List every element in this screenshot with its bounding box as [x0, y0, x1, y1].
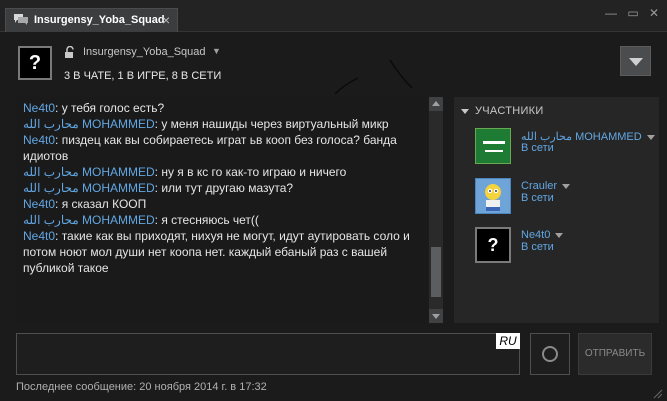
group-avatar[interactable]: ?	[18, 46, 52, 80]
tab-title: Insurgensy_Yoba_Squad	[34, 14, 165, 26]
chat-message: محارب الله MOHAMMED: я стесняюсь чет((	[16, 212, 428, 228]
group-dropdown-icon[interactable]: ▼	[212, 46, 221, 56]
chat-menu-button[interactable]	[620, 46, 651, 76]
group-name[interactable]: Insurgensy_Yoba_Squad	[83, 46, 206, 58]
member-item[interactable]: Crauler В сети	[475, 178, 655, 216]
message-sender[interactable]: محارب الله MOHAMMED	[23, 117, 155, 131]
scroll-down-icon[interactable]	[429, 309, 443, 323]
chat-message: Ne4t0: пиздец как вы собираетесь играт ь…	[16, 132, 428, 164]
chat-message: محارب الله MOHAMMED: у меня нашиды через…	[16, 116, 428, 132]
chat-log[interactable]: Ne4t0: у тебя голос есть? محارب الله MOH…	[16, 97, 428, 323]
message-text: : ну я в кс го как-то играю и ничего	[154, 165, 347, 179]
message-input[interactable]	[16, 333, 520, 375]
message-text: : у меня нашиды через виртуальный микр	[154, 117, 389, 131]
language-badge[interactable]: RU	[496, 333, 520, 349]
tab-bar: Insurgensy_Yoba_Squad × — ▭ ✕	[0, 0, 667, 32]
last-message-timestamp: Последнее сообщение: 20 ноября 2014 г. в…	[16, 381, 267, 393]
unlocked-lock-icon	[65, 46, 74, 58]
message-sender[interactable]: محارب الله MOHAMMED	[23, 181, 155, 195]
maximize-icon[interactable]: ▭	[625, 6, 641, 20]
scroll-thumb[interactable]	[431, 247, 441, 297]
message-text: : у тебя голос есть?	[55, 101, 165, 115]
message-sender[interactable]: Ne4t0	[23, 133, 55, 147]
emoticon-button[interactable]	[530, 333, 570, 375]
message-text: : такие как вы приходят, нихуя не могут,…	[23, 229, 410, 275]
window-close-icon[interactable]: ✕	[646, 6, 662, 20]
flag-script-mark	[483, 141, 505, 144]
member-name: Ne4t0	[521, 229, 564, 241]
message-text: : пиздец как вы собираетесь играт ьв коо…	[23, 133, 397, 163]
scroll-up-icon[interactable]	[429, 97, 443, 111]
chat-message: Ne4t0: такие как вы приходят, нихуя не м…	[16, 228, 428, 276]
members-title: УЧАСТНИКИ	[475, 105, 544, 117]
chat-tab[interactable]: Insurgensy_Yoba_Squad ×	[5, 8, 178, 32]
member-status: В сети	[521, 192, 554, 204]
resize-grip-icon[interactable]	[653, 389, 663, 399]
cartoon-avatar	[475, 178, 511, 214]
chat-bubbles-icon	[14, 14, 28, 25]
smiley-icon	[542, 346, 558, 362]
member-name: Crauler	[521, 180, 571, 192]
chat-message: محارب الله MOHAMMED: или тут другаю мазу…	[16, 180, 428, 196]
tab-close-icon[interactable]: ×	[162, 12, 170, 28]
message-sender[interactable]: محارب الله MOHAMMED	[23, 165, 155, 179]
flag-sword-mark	[485, 150, 503, 152]
message-text: : или тут другаю мазута?	[154, 181, 294, 195]
message-text: : я сказал КООП	[55, 197, 147, 211]
members-header[interactable]: УЧАСТНИКИ	[461, 105, 544, 117]
message-sender[interactable]: Ne4t0	[23, 197, 55, 211]
member-item[interactable]: ? Ne4t0 В сети	[475, 227, 655, 265]
cartoon-character-icon	[485, 184, 501, 211]
member-status: В сети	[521, 241, 554, 253]
member-dropdown-icon[interactable]	[562, 183, 571, 189]
chat-scrollbar[interactable]	[429, 97, 443, 323]
message-sender[interactable]: محارب الله MOHAMMED	[23, 213, 155, 227]
member-item[interactable]: محارب الله MOHAMMED В сети	[475, 128, 655, 166]
chat-message: محارب الله MOHAMMED: ну я в кс го как-то…	[16, 164, 428, 180]
default-avatar: ?	[475, 227, 511, 263]
member-dropdown-icon[interactable]	[555, 232, 564, 238]
collapse-caret-icon	[461, 108, 469, 114]
saudi-flag-avatar	[475, 128, 511, 164]
minimize-icon[interactable]: —	[603, 6, 619, 20]
message-sender[interactable]: Ne4t0	[23, 101, 55, 115]
chat-message: Ne4t0: у тебя голос есть?	[16, 100, 428, 116]
member-status: В сети	[521, 142, 554, 154]
message-sender[interactable]: Ne4t0	[23, 229, 55, 243]
group-status: 3 В ЧАТЕ, 1 В ИГРЕ, 8 В СЕТИ	[64, 70, 222, 82]
message-text: : я стесняюсь чет((	[154, 213, 259, 227]
members-panel: УЧАСТНИКИ محارب الله MOHAMMED В сети Cra…	[454, 97, 659, 323]
chat-message: Ne4t0: я сказал КООП	[16, 196, 428, 212]
mouse-scribble	[334, 59, 413, 95]
member-dropdown-icon[interactable]	[646, 134, 655, 140]
chevron-down-icon	[629, 58, 643, 66]
send-button[interactable]: ОТПРАВИТЬ	[578, 333, 652, 375]
